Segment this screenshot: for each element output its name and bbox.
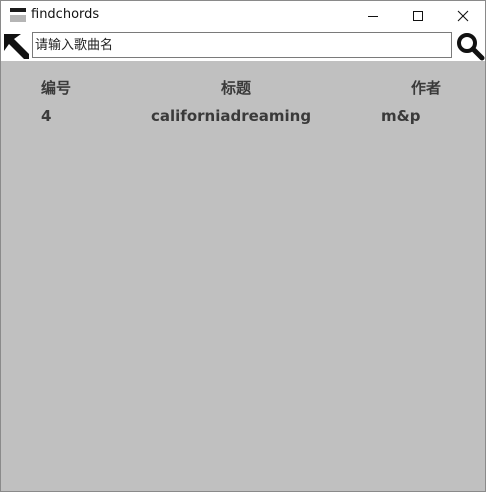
row-title[interactable]: californiadreaming <box>151 107 311 125</box>
toolbar <box>1 31 485 61</box>
header-author: 作者 <box>411 79 442 97</box>
results-table: 编号 标题 作者 4 californiadreaming m&p <box>1 61 485 491</box>
diagonal-arrow-icon <box>2 32 31 60</box>
row-number[interactable]: 4 <box>41 107 51 125</box>
window-title: findchords <box>31 7 100 22</box>
header-title: 标题 <box>221 79 252 97</box>
search-icon <box>457 33 485 61</box>
title-bar: findchords <box>1 1 485 31</box>
close-icon <box>457 10 468 22</box>
header-number: 编号 <box>41 79 72 97</box>
search-button[interactable] <box>455 31 485 61</box>
minimize-button[interactable] <box>350 1 395 31</box>
minimize-icon <box>367 16 378 17</box>
maximize-icon <box>412 11 423 21</box>
row-author[interactable]: m&p <box>381 107 420 125</box>
back-button[interactable] <box>1 31 32 61</box>
app-icon <box>10 8 26 23</box>
close-button[interactable] <box>440 1 485 31</box>
maximize-button[interactable] <box>395 1 440 31</box>
app-window: findchords 请输入歌曲名 编号 标题 作者 4 californiad… <box>0 0 486 492</box>
search-input[interactable] <box>32 32 452 58</box>
